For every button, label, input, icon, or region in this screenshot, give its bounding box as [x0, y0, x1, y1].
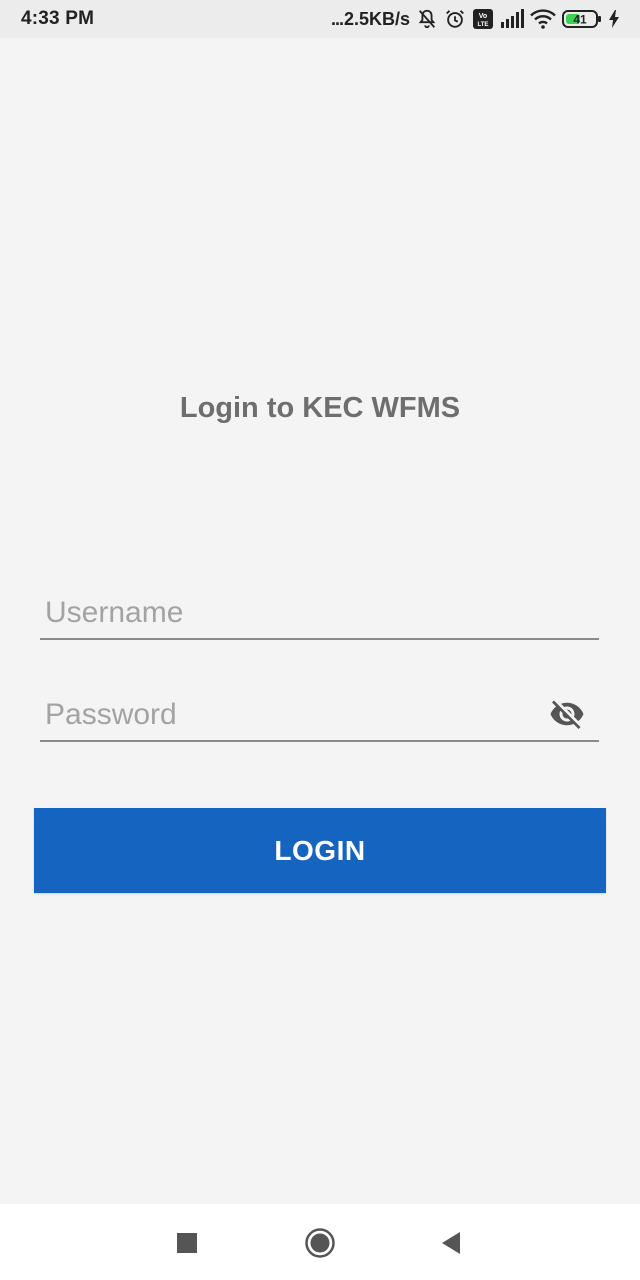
- password-input[interactable]: [45, 692, 535, 738]
- signal-icon: [500, 9, 524, 29]
- visibility-off-icon[interactable]: [549, 696, 585, 732]
- status-time: 4:33 PM: [21, 8, 95, 29]
- navigation-bar: [0, 1204, 640, 1280]
- login-button[interactable]: LOGIN: [34, 808, 606, 893]
- svg-text:41: 41: [573, 13, 587, 27]
- volte-icon: Vo LTE: [472, 8, 494, 30]
- network-speed: ...2.5KB/s: [330, 8, 410, 29]
- username-input[interactable]: [45, 590, 535, 636]
- notifications-off-icon: [416, 8, 438, 30]
- battery-icon: 41: [562, 9, 602, 29]
- back-triangle-icon[interactable]: [434, 1226, 468, 1260]
- password-field[interactable]: [40, 692, 599, 742]
- svg-text:LTE: LTE: [478, 22, 489, 28]
- charging-icon: [608, 9, 620, 29]
- svg-text:Vo: Vo: [479, 13, 487, 20]
- status-bar: 4:33 PM ...2.5KB/s Vo LTE 41: [0, 0, 640, 38]
- alarm-icon: [444, 8, 466, 30]
- status-icons: ...2.5KB/s Vo LTE 41: [331, 8, 620, 30]
- recents-square-icon[interactable]: [170, 1226, 204, 1260]
- page-title: Login to KEC WFMS: [179, 392, 461, 424]
- wifi-icon: [530, 9, 556, 29]
- username-field[interactable]: [40, 590, 599, 640]
- home-circle-icon[interactable]: [303, 1226, 337, 1260]
